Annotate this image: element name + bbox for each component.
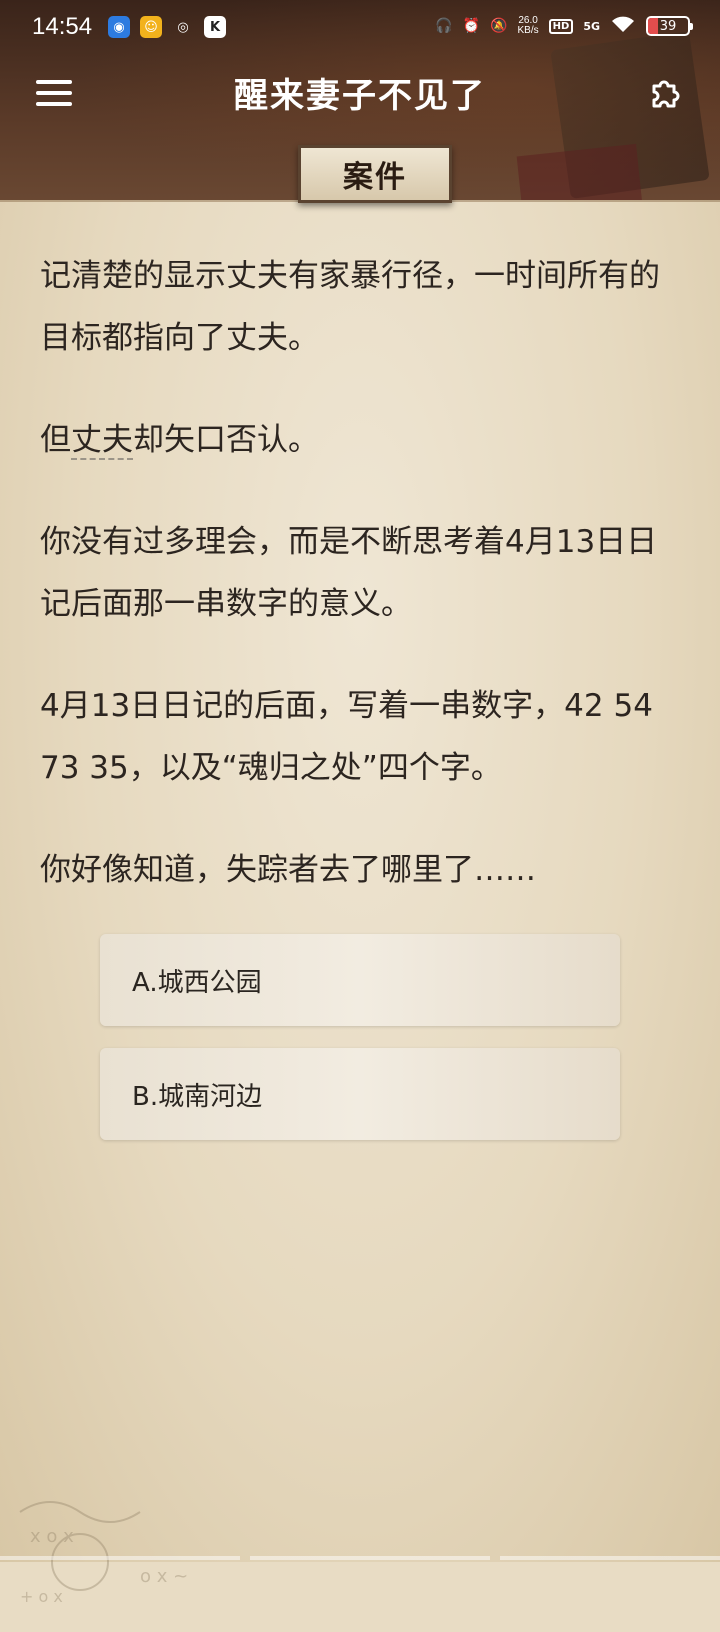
choice-option-b[interactable]: B.城南河边 (100, 1048, 620, 1140)
hd-badge: HD (548, 18, 574, 34)
case-tab: 案件 (298, 145, 452, 203)
net-speed-unit: KB/s (517, 25, 539, 36)
bottom-bar (0, 1556, 720, 1560)
story-paragraph: 记清楚的显示丈夫有家暴行径，一时间所有的目标都指向了丈夫。 (40, 258, 660, 356)
page-title: 醒来妻子不见了 (234, 76, 486, 116)
choice-option-a[interactable]: A.城西公园 (100, 934, 620, 1026)
story-text-suffix: 却矢口否认。 (133, 422, 319, 458)
battery-level: 39 (659, 18, 677, 34)
story-text: 记清楚的显示丈夫有家暴行径，一时间所有的目标都指向了丈夫。 但丈夫却矢口否认。 … (40, 245, 680, 941)
chat-notification-icon: ☺ (140, 16, 162, 38)
puzzle-piece-icon[interactable] (646, 72, 686, 112)
svg-text:+ o x: + o x (20, 1587, 63, 1606)
network-speed: 26.0 KB/s (518, 16, 539, 36)
app-notification-icon: ◉ (108, 16, 130, 38)
headphones-icon: 🎧 (435, 18, 453, 34)
system-indicators: 🎧 ⏰ 🔕 26.0 KB/s HD 5G 39 (435, 14, 693, 38)
k-app-icon: K (204, 16, 226, 38)
alarm-icon: ⏰ (462, 18, 481, 34)
story-paragraph: 你没有过多理会，而是不断思考着4月13日日记后面那一串数字的意义。 (40, 524, 658, 622)
mute-bell-icon: 🔕 (490, 18, 508, 34)
story-paragraph: 但丈夫却矢口否认。 (40, 409, 680, 471)
story-paragraph: 4月13日日记的后面，写着一串数字，42 54 73 35，以及“魂归之处”四个… (40, 688, 653, 786)
highlighted-keyword[interactable]: 丈夫 (71, 422, 133, 460)
cell-signal-icon: 5G (583, 19, 600, 33)
wifi-icon (610, 14, 636, 38)
story-text-prefix: 但 (40, 422, 71, 458)
weibo-icon: ◎ (177, 19, 189, 35)
story-paragraph: 你好像知道，失踪者去了哪里了…… (40, 852, 536, 888)
svg-text:o x ~: o x ~ (140, 1566, 188, 1587)
battery-indicator: 39 (646, 16, 693, 36)
svg-text:x o x: x o x (30, 1526, 74, 1547)
status-time: 14:54 (32, 13, 93, 40)
status-bar: 14:54 ◉ ☺ ◎ K 🎧 ⏰ 🔕 26.0 KB/s HD 5G 39 (0, 0, 720, 56)
notification-icons: ◉ ☺ ◎ K (108, 16, 226, 38)
decorative-scribbles: x o x o x ~ + o x (19, 1501, 188, 1606)
